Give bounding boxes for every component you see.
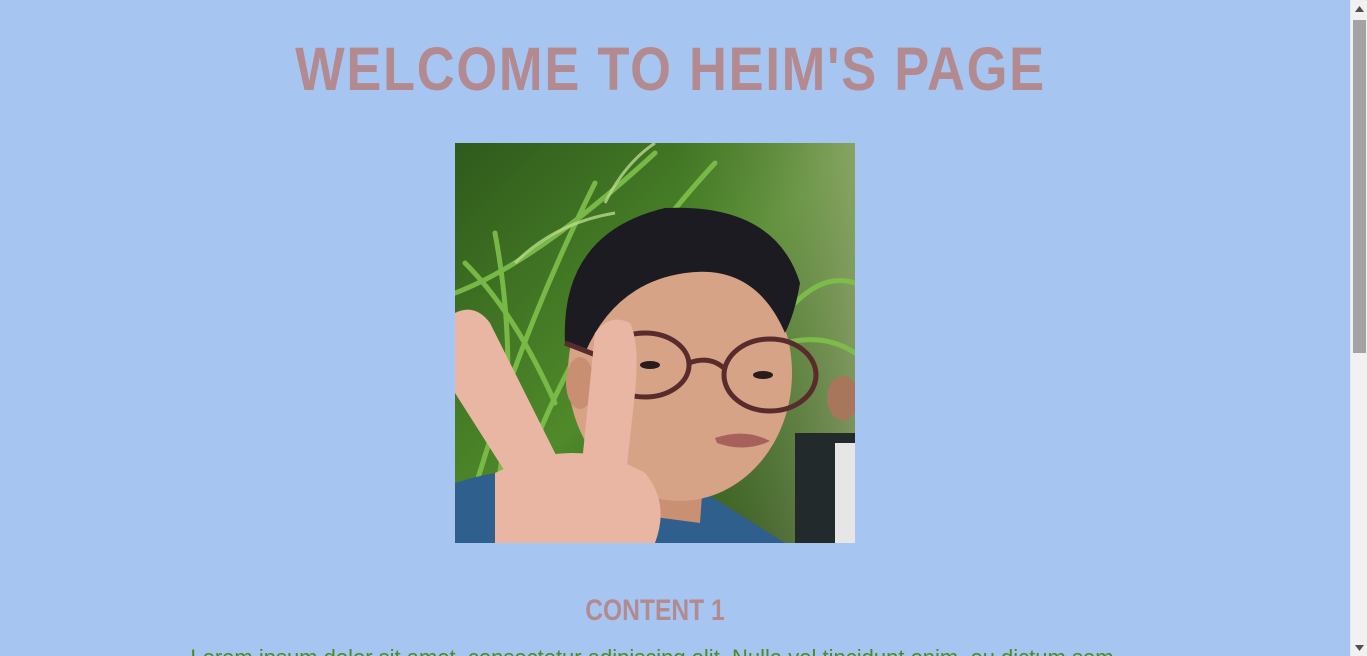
- profile-photo: [455, 143, 855, 543]
- scrollbar-thumb[interactable]: [1353, 20, 1366, 353]
- content-1-heading: CONTENT 1: [585, 594, 725, 627]
- scroll-up-arrow-icon[interactable]: [1351, 0, 1367, 17]
- vertical-scrollbar[interactable]: [1350, 0, 1367, 656]
- page: WELCOME TO HEIM'S PAGE CONTENT 1: [0, 0, 1346, 656]
- profile-photo-image: [455, 143, 855, 543]
- page-title: WELCOME TO HEIM'S PAGE: [295, 35, 1046, 103]
- content-1-text: Lorem ipsum dolor sit amet, consectetur …: [150, 645, 1160, 656]
- scroll-down-arrow-icon[interactable]: [1351, 639, 1367, 656]
